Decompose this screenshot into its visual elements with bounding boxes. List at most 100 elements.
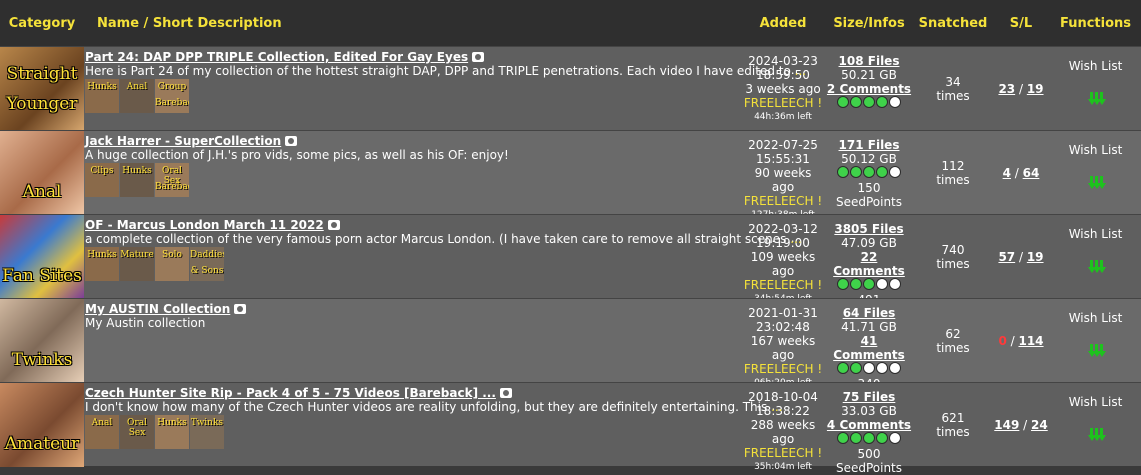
functions-cell: Wish List: [1050, 299, 1141, 382]
torrent-title-link[interactable]: My AUSTIN Collection: [85, 302, 230, 316]
tag-thumbnail[interactable]: Hunks: [120, 163, 154, 197]
header-sl[interactable]: S/L: [992, 16, 1050, 31]
header-category[interactable]: Category: [0, 16, 84, 31]
wish-list-link[interactable]: Wish List: [1050, 227, 1141, 241]
short-description: a complete collection of the very famous…: [85, 232, 802, 246]
seed-leech-separator: /: [1015, 249, 1027, 264]
tag-thumbnail[interactable]: Anal: [120, 79, 154, 113]
leechers-link[interactable]: 24: [1031, 418, 1048, 432]
description-text: Here is Part 24 of my collection of the …: [85, 64, 791, 78]
category-image[interactable]: Fan Sites: [0, 215, 84, 299]
leechers-link[interactable]: 114: [1018, 334, 1043, 348]
seed-leech-cell: 4 / 64: [992, 131, 1050, 214]
read-more-link[interactable]: ...: [795, 64, 806, 78]
seed-leech-cell: 149 / 24: [992, 383, 1050, 466]
name-cell: Part 24: DAP DPP TRIPLE Collection, Edit…: [84, 47, 806, 130]
size-cell: 64 Files41.71 GB41 Comments340 SeedPoint…: [824, 299, 914, 405]
read-more-link[interactable]: ...: [790, 232, 801, 246]
size-cell: 3805 Files47.09 GB22 Comments491 SeedPoi…: [824, 215, 914, 321]
category-image[interactable]: Amateur: [0, 383, 84, 467]
tag-thumbnail[interactable]: Clips: [85, 163, 119, 197]
seeders-link[interactable]: 149: [994, 418, 1019, 432]
torrent-title-link[interactable]: Part 24: DAP DPP TRIPLE Collection, Edit…: [85, 50, 468, 64]
torrent-title-link[interactable]: OF - Marcus London March 11 2022: [85, 218, 324, 232]
seed-leech-cell: 57 / 19: [992, 215, 1050, 298]
category-image[interactable]: Anal: [0, 131, 84, 215]
snatched-times-label: times: [936, 424, 970, 439]
tag-thumbnail[interactable]: Twinks: [190, 415, 224, 449]
torrent-title-link[interactable]: Jack Harrer - SuperCollection: [85, 134, 281, 148]
leechers-link[interactable]: 19: [1027, 82, 1044, 96]
added-date: 2021-01-31: [748, 306, 818, 320]
wish-list-link[interactable]: Wish List: [1050, 59, 1141, 73]
files-link[interactable]: 75 Files: [824, 390, 914, 404]
short-description: Here is Part 24 of my collection of the …: [85, 64, 806, 78]
download-icon[interactable]: [1085, 343, 1107, 357]
header-snatched[interactable]: Snatched: [914, 16, 992, 31]
comments-link[interactable]: 4 Comments: [824, 418, 914, 432]
tag-thumbnail[interactable]: Daddies & Sons: [190, 247, 224, 281]
tag-thumbnail[interactable]: Hunks: [85, 79, 119, 113]
download-icon[interactable]: [1085, 259, 1107, 273]
comments-link[interactable]: 22 Comments: [824, 250, 914, 278]
tag-thumbnail[interactable]: Hunks: [155, 415, 189, 449]
description-text: My Austin collection: [85, 316, 206, 330]
download-icon[interactable]: [1085, 427, 1107, 441]
table-row: Fan Sites OF - Marcus London March 11 202…: [0, 214, 1141, 321]
camera-icon[interactable]: [234, 304, 247, 314]
star-icon: [889, 278, 901, 290]
download-icon[interactable]: [1085, 91, 1107, 105]
tag-thumbnail[interactable]: Solo: [155, 247, 189, 281]
header-added[interactable]: Added: [742, 16, 824, 31]
header-size[interactable]: Size/Infos: [824, 16, 914, 31]
seeders-link[interactable]: 57: [998, 250, 1015, 264]
size-cell: 75 Files 33.03 GB 4 Comments 500 SeedPoints: [824, 383, 914, 475]
comments-link[interactable]: 2 Comments: [824, 82, 914, 96]
category-label: Anal: [22, 182, 62, 202]
category-image[interactable]: Straight Younger: [0, 47, 84, 131]
files-link[interactable]: 108 Files: [824, 54, 914, 68]
category-image[interactable]: Twinks: [0, 299, 84, 383]
comments-link[interactable]: 41 Comments: [824, 334, 914, 362]
seeders-link[interactable]: 4: [1003, 166, 1011, 180]
download-icon[interactable]: [1085, 175, 1107, 189]
seed-leech-cell: 0 / 114: [992, 299, 1050, 382]
added-ago: 90 weeks ago: [754, 166, 812, 194]
wish-list-link[interactable]: Wish List: [1050, 395, 1141, 409]
camera-icon[interactable]: [472, 52, 485, 62]
files-link[interactable]: 171 Files: [824, 138, 914, 152]
tag-thumbnail[interactable]: Hunks: [85, 247, 119, 281]
camera-icon[interactable]: [285, 136, 298, 146]
wish-list-link[interactable]: Wish List: [1050, 311, 1141, 325]
leechers-link[interactable]: 19: [1027, 250, 1044, 264]
tag-label: Group: [157, 82, 187, 92]
tag-thumbnail[interactable]: Mature: [120, 247, 154, 281]
star-icon: [850, 166, 862, 178]
rating-stars: [837, 278, 901, 291]
tag-label: Hunks: [122, 166, 152, 176]
tag-thumbnail[interactable]: Group Bareback: [155, 79, 189, 113]
snatched-count: 621: [941, 410, 965, 425]
camera-icon[interactable]: [499, 388, 512, 398]
tag-label: Clips: [90, 166, 114, 176]
files-link[interactable]: 64 Files: [824, 306, 914, 320]
added-cell: 2021-01-31 23:02:48 167 weeks ago FREELEECH…: [742, 299, 824, 388]
tag-thumbnail[interactable]: Anal: [85, 415, 119, 449]
seeders-link[interactable]: 23: [998, 82, 1015, 96]
header-name[interactable]: Name / Short Description: [84, 16, 742, 31]
read-more-link[interactable]: ...: [771, 400, 782, 414]
torrent-title-link[interactable]: Czech Hunter Site Rip - Pack 4 of 5 - 75…: [85, 386, 496, 400]
seedpoints: 150 SeedPoints: [835, 181, 903, 209]
camera-icon[interactable]: [327, 220, 340, 230]
tag-thumbnail[interactable]: Oral Sex: [120, 415, 154, 449]
category-label: Straight: [6, 64, 78, 84]
seeders-link[interactable]: 0: [998, 334, 1006, 348]
star-icon: [837, 96, 849, 108]
added-time: 23:02:48: [756, 320, 810, 334]
wish-list-link[interactable]: Wish List: [1050, 143, 1141, 157]
leechers-link[interactable]: 64: [1023, 166, 1040, 180]
name-cell: OF - Marcus London March 11 2022 a comple…: [84, 215, 802, 298]
files-link[interactable]: 3805 Files: [824, 222, 914, 236]
freeleech-badge: FREELEECH !: [743, 194, 823, 208]
tag-thumbnail[interactable]: Oral SexBareback: [155, 163, 189, 197]
